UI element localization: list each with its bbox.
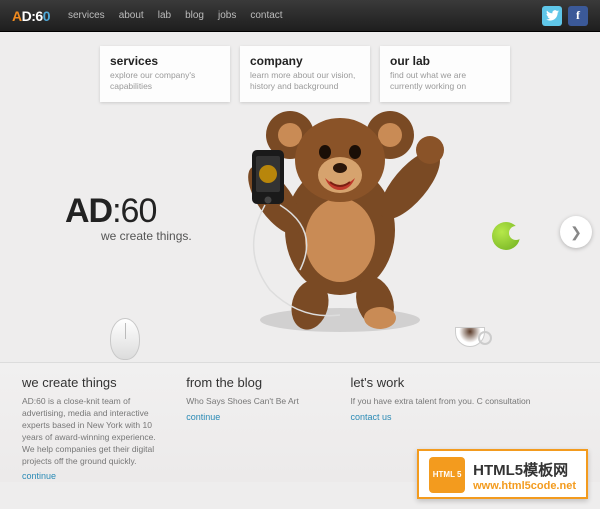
nav-lab[interactable]: lab <box>158 10 171 21</box>
brand-mark: AD:60 we create things. <box>65 192 192 243</box>
watermark-title: HTML5模板网 <box>473 459 576 480</box>
col-title: from the blog <box>186 375 328 390</box>
col-body: AD:60 is a close-knit team of advertisin… <box>22 396 164 467</box>
continue-link[interactable]: continue <box>186 412 220 422</box>
html5-badge-icon: HTML 5 <box>429 457 465 493</box>
card-desc: find out what we are currently working o… <box>390 70 500 92</box>
watermark-url: www.html5code.net <box>473 480 576 492</box>
card-title: company <box>250 54 360 68</box>
col-create: we create things AD:60 is a close-knit t… <box>22 375 164 482</box>
coffee-cup-icon <box>455 327 485 347</box>
twitter-icon[interactable] <box>542 6 562 26</box>
watermark-overlay: HTML 5 HTML5模板网 www.html5code.net <box>417 449 588 499</box>
primary-nav: services about lab blog jobs contact <box>68 10 297 21</box>
hero-illustration <box>230 90 450 340</box>
mouse-icon <box>110 318 140 360</box>
top-nav-bar: AD:60 services about lab blog jobs conta… <box>0 0 600 32</box>
col-body: Who Says Shoes Can't Be Art <box>186 396 328 408</box>
nav-services[interactable]: services <box>68 10 105 21</box>
continue-link[interactable]: continue <box>22 471 56 481</box>
card-services[interactable]: services explore our company's capabilit… <box>100 46 230 102</box>
site-logo[interactable]: AD:60 <box>12 8 50 24</box>
col-title: let's work <box>350 375 578 390</box>
hero-section: AD:60 we create things. <box>0 102 600 362</box>
nav-contact[interactable]: contact <box>250 10 282 21</box>
apple-icon <box>492 222 520 250</box>
nav-about[interactable]: about <box>119 10 144 21</box>
col-blog: from the blog Who Says Shoes Can't Be Ar… <box>186 375 328 482</box>
brand-tagline: we create things. <box>101 229 192 243</box>
next-slide-button[interactable]: ❯ <box>560 216 592 248</box>
card-title: services <box>110 54 220 68</box>
col-body: If you have extra talent from you. C con… <box>350 396 578 408</box>
social-links: f <box>542 6 588 26</box>
facebook-icon[interactable]: f <box>568 6 588 26</box>
card-desc: explore our company's capabilities <box>110 70 220 92</box>
col-title: we create things <box>22 375 164 390</box>
nav-jobs[interactable]: jobs <box>218 10 236 21</box>
card-title: our lab <box>390 54 500 68</box>
contact-link[interactable]: contact us <box>350 412 391 422</box>
card-desc: learn more about our vision, history and… <box>250 70 360 92</box>
nav-blog[interactable]: blog <box>185 10 204 21</box>
brand-name: AD:60 <box>65 192 192 231</box>
